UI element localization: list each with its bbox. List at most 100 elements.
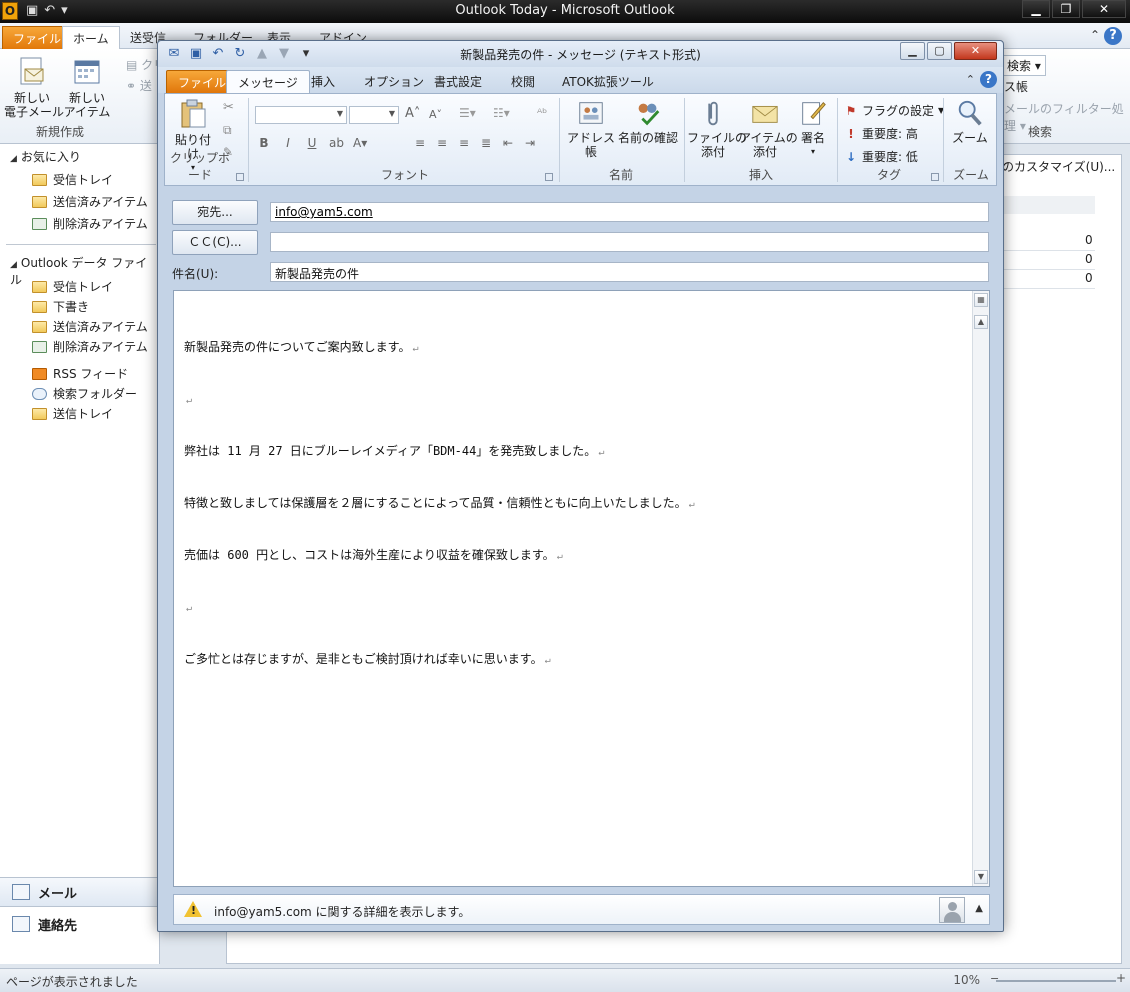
check-names-button[interactable]: 名前の確認: [617, 98, 679, 145]
to-button[interactable]: 宛先...: [172, 200, 258, 225]
cc-button[interactable]: ＣＣ(C)...: [172, 230, 258, 255]
font-color-icon[interactable]: A▾: [353, 136, 367, 150]
clipboard-launcher-icon[interactable]: [236, 173, 244, 181]
search-box[interactable]: 検索 ▾: [1002, 55, 1046, 76]
inbox-folder-icon: [32, 280, 47, 293]
nav-mail-button[interactable]: メール: [0, 877, 160, 907]
nav-search-folders[interactable]: 検索フォルダー: [32, 385, 137, 402]
status-text: ページが表示されました: [6, 975, 138, 989]
nav-fav-deleted[interactable]: 削除済みアイテム: [32, 215, 148, 232]
close-button[interactable]: ✕: [1082, 0, 1126, 18]
increase-indent-icon[interactable]: ⇥: [523, 136, 537, 150]
message-body-text[interactable]: 新製品発売の件についてご案内致します。 ↵ ↵ 弊社は 11 月 27 日にブルー…: [184, 305, 695, 703]
nav-drafts[interactable]: 下書き: [32, 298, 89, 315]
contact-photo-icon[interactable]: [939, 897, 965, 923]
new-items-button[interactable]: 新しい アイテム: [60, 55, 114, 119]
message-minimize-button[interactable]: ▁: [900, 42, 925, 60]
body-line: 新製品発売の件についてご案内致します。 ↵: [184, 339, 695, 357]
body-line-text: 新製品発売の件についてご案内致します。: [184, 340, 411, 354]
address-book-partial[interactable]: ス帳: [1004, 78, 1028, 95]
shrink-font-icon[interactable]: A˅: [429, 108, 442, 121]
nav-contacts-button[interactable]: 連絡先: [0, 909, 160, 939]
body-line: 弊社は 11 月 27 日にブルーレイメディア「BDM-44」を発売致しました。…: [184, 443, 695, 461]
low-importance-icon: ↓: [845, 149, 857, 164]
low-importance-button[interactable]: ↓ 重要度: 低: [845, 148, 918, 165]
nav-sent[interactable]: 送信済みアイテム: [32, 318, 148, 335]
highlight-icon[interactable]: ab: [329, 136, 344, 150]
tab-atok[interactable]: ATOK拡張ツール: [551, 70, 665, 93]
favorites-header[interactable]: ◢ お気に入り: [10, 148, 81, 165]
justify-icon[interactable]: ≣: [479, 136, 493, 150]
nav-inbox[interactable]: 受信トレイ: [32, 278, 113, 295]
underline-icon[interactable]: U: [305, 136, 319, 150]
deleted-folder-icon: [32, 340, 47, 353]
numbering-icon[interactable]: ☷▾: [493, 106, 510, 120]
group-tags-label: タグ: [876, 168, 901, 182]
align-center-icon[interactable]: ≡: [435, 136, 449, 150]
message-close-button[interactable]: ✕: [954, 42, 997, 60]
ruler-toggle-icon[interactable]: ▦: [974, 293, 988, 307]
nav-fav-inbox[interactable]: 受信トレイ: [32, 171, 113, 188]
group-divider: [684, 98, 685, 182]
font-size-box[interactable]: ▼: [349, 106, 399, 124]
group-include-label: 挿入: [748, 168, 773, 182]
address-book-icon: [579, 102, 603, 124]
message-ribbon-minimize-icon[interactable]: ⌃: [966, 73, 975, 86]
nav-item-label: 送信トレイ: [53, 407, 114, 421]
font-name-box[interactable]: ▼: [255, 106, 347, 124]
help-icon[interactable]: ?: [1104, 27, 1122, 45]
new-mail-label: 新しい 電子メール: [4, 91, 65, 119]
font-launcher-icon[interactable]: [545, 173, 553, 181]
subject-field[interactable]: 新製品発売の件: [270, 262, 989, 282]
body-line-text: ご多忙とは存じますが、是非ともご検討頂ければ幸いに思います。: [184, 652, 543, 666]
tab-review[interactable]: 校閲: [500, 70, 546, 93]
tab-message[interactable]: メッセージ: [226, 70, 310, 93]
paragraph-mark-icon: ↵: [186, 395, 193, 406]
address-book-button[interactable]: アドレス帳: [565, 98, 617, 159]
customize-outlook-today-link[interactable]: のカスタマイズ(U)...: [1002, 158, 1115, 175]
align-left-icon[interactable]: ≡: [413, 136, 427, 150]
zoom-slider[interactable]: [990, 971, 1126, 985]
message-help-icon[interactable]: ?: [980, 71, 997, 88]
zoom-button[interactable]: ズーム: [946, 98, 994, 145]
new-mail-button[interactable]: 新しい 電子メール: [4, 55, 64, 119]
cc-field[interactable]: [270, 232, 989, 252]
grow-font-icon[interactable]: A˄: [405, 106, 420, 121]
message-body-editor[interactable]: 新製品発売の件についてご案内致します。 ↵ ↵ 弊社は 11 月 27 日にブルー…: [173, 290, 990, 887]
to-field[interactable]: info@yam5.com: [270, 202, 989, 222]
attach-file-button[interactable]: ファイルの 添付: [687, 98, 747, 159]
tab-format-text[interactable]: 書式設定: [423, 70, 493, 93]
minimize-button[interactable]: ▁: [1022, 0, 1050, 18]
people-pane-bar[interactable]: info@yam5.com に関する詳細を表示します。 ▲: [173, 894, 990, 925]
align-right-icon[interactable]: ≡: [457, 136, 471, 150]
bold-icon[interactable]: B: [257, 136, 271, 150]
bullets-icon[interactable]: ☰▾: [459, 106, 476, 120]
tags-launcher-icon[interactable]: [931, 173, 939, 181]
clear-formatting-icon[interactable]: ᴬᵇ: [537, 106, 547, 120]
signature-button[interactable]: 署名 ▾: [793, 98, 833, 159]
expand-pane-icon[interactable]: ▲: [975, 903, 983, 914]
attach-item-button[interactable]: アイテムの 添付: [739, 98, 798, 159]
restore-button[interactable]: ❐: [1052, 0, 1080, 18]
tab-insert[interactable]: 挿入: [300, 70, 346, 93]
nav-item-label: 送信済みアイテム: [53, 320, 148, 334]
body-scrollbar[interactable]: ▦ ▲ ▼: [972, 291, 989, 886]
decrease-indent-icon[interactable]: ⇤: [501, 136, 515, 150]
body-line-text: 特徴と致しましては保護層を２層にすることによって品質・信頼性ともに向上いたしまし…: [184, 496, 687, 510]
scroll-up-icon[interactable]: ▲: [974, 315, 988, 329]
italic-icon[interactable]: I: [281, 136, 295, 150]
follow-up-button[interactable]: ⚑ フラグの設定 ▼: [845, 102, 945, 119]
signature-dropdown-icon: ▾: [810, 147, 815, 156]
nav-outbox[interactable]: 送信トレイ: [32, 405, 113, 422]
ribbon-minimize-icon[interactable]: ⌃: [1090, 28, 1100, 42]
nav-fav-sent[interactable]: 送信済みアイテム: [32, 193, 148, 210]
message-maximize-button[interactable]: ▢: [927, 42, 952, 60]
cut-icon[interactable]: ✂: [223, 100, 234, 115]
high-importance-button[interactable]: ! 重要度: 高: [845, 125, 918, 142]
nav-deleted[interactable]: 削除済みアイテム: [32, 338, 148, 355]
nav-rss[interactable]: RSS フィード: [32, 365, 128, 382]
copy-icon[interactable]: ⧉: [223, 123, 232, 138]
scroll-down-icon[interactable]: ▼: [974, 870, 988, 884]
tab-home[interactable]: ホーム: [62, 26, 120, 49]
nav-mail-label: メール: [38, 886, 78, 902]
